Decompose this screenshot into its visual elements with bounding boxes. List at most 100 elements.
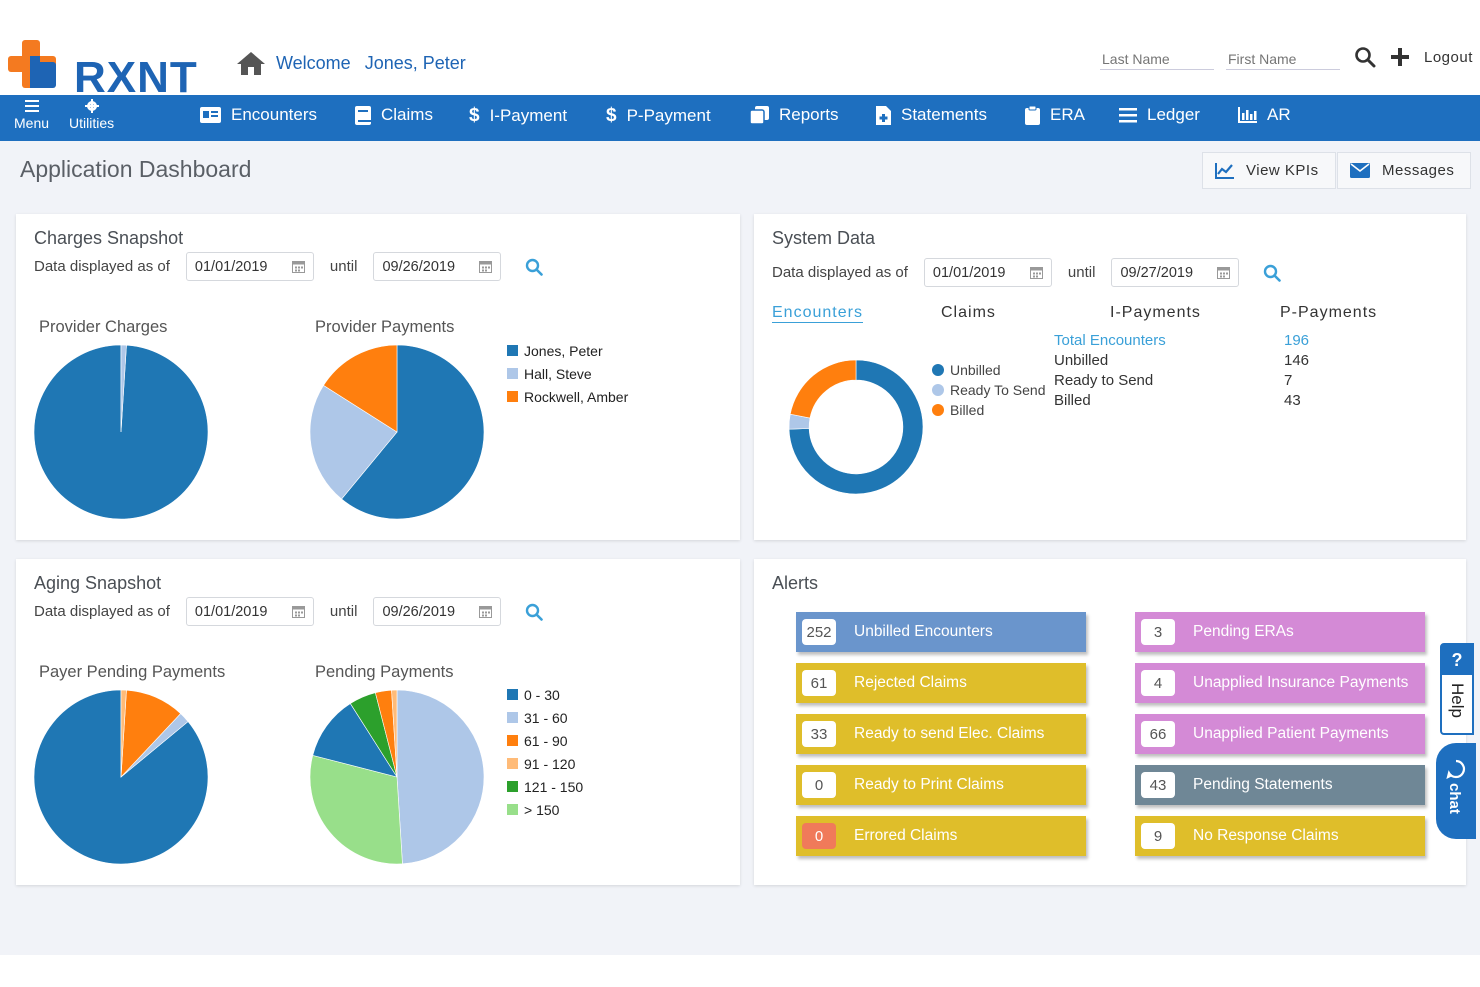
nav-utilities[interactable]: Utilities [69,99,114,131]
alerts-card: Alerts 252 Unbilled Encounters 61 Rejected … [754,559,1466,885]
pie-slice-31-60[interactable] [396,689,485,865]
charges-from-date[interactable]: 01/01/2019 [185,252,314,281]
alert-label: Errored Claims [854,827,958,844]
legend-label: 31 - 60 [524,709,568,726]
nav-p-payment-label: P-Payment [626,106,711,125]
alert-count: 0 [802,772,836,798]
alert-errored-claims[interactable]: 0 Errored Claims [796,816,1086,856]
stat-value: 7 [1284,372,1293,389]
calendar-icon [1029,267,1043,279]
messages-button[interactable]: Messages [1337,152,1472,189]
dashboard-page: RXNT Welcome Jones, Peter Logout [0,30,1480,955]
alert-unapplied-patient-payments[interactable]: 66 Unapplied Patient Payments [1135,714,1425,754]
chat-tab[interactable]: chat [1436,743,1476,839]
rxnt-logo[interactable]: RXNT [8,40,197,100]
legend-item[interactable]: > 150 [507,798,583,821]
menu-icon [24,100,39,112]
legend-item: Unbilled [932,360,1045,380]
legend-item[interactable]: 0 - 30 [507,683,583,706]
nav-ar[interactable]: AR [1238,105,1291,125]
system-date-row: Data displayed as of 01/01/2019 until 09… [772,258,1282,287]
first-name-input[interactable] [1226,48,1340,70]
aging-from-date[interactable]: 01/01/2019 [185,597,314,626]
tab-i-payments[interactable]: I-Payments [1110,304,1201,322]
legend-label: 121 - 150 [524,778,584,795]
payer-pending-pie [33,689,209,865]
nav-ledger-label: Ledger [1147,105,1200,124]
nav-statements[interactable]: Statements [876,105,987,125]
alert-label: Unbilled Encounters [854,623,993,640]
alert-count: 9 [1141,823,1175,849]
date-value: 09/26/2019 [382,258,456,275]
tab-p-payments[interactable]: P-Payments [1280,304,1377,322]
aging-date-row: Data displayed as of 01/01/2019 until 09… [34,597,544,626]
legend-item: Billed [932,400,1045,420]
user-name[interactable]: Jones, Peter [365,53,466,74]
alert-unapplied-insurance-payments[interactable]: 4 Unapplied Insurance Payments [1135,663,1425,703]
alert-rejected-claims[interactable]: 61 Rejected Claims [796,663,1086,703]
legend-item[interactable]: Hall, Steve [507,362,628,385]
legend-item[interactable]: 121 - 150 [507,775,583,798]
legend-swatch [507,345,518,356]
legend-item[interactable]: 91 - 120 [507,752,583,775]
legend-item[interactable]: 61 - 90 [507,729,583,752]
book-icon [355,105,371,125]
alert-ready-to-print-claims[interactable]: 0 Ready to Print Claims [796,765,1086,805]
legend-swatch [507,758,518,769]
search-icon[interactable] [525,603,544,621]
charges-to-date[interactable]: 09/26/2019 [373,252,502,281]
search-icon[interactable] [525,258,544,276]
tab-encounters[interactable]: Encounters [772,304,863,323]
aging-to-date[interactable]: 09/26/2019 [373,597,502,626]
nav-ledger[interactable]: Ledger [1119,105,1200,125]
system-from-date[interactable]: 01/01/2019 [923,258,1052,287]
welcome-label: Welcome [276,52,351,73]
alert-count: 43 [1141,772,1175,798]
alert-ready-to-send-elec-claims[interactable]: 33 Ready to send Elec. Claims [796,714,1086,754]
search-icon[interactable] [1354,46,1376,68]
logout-link[interactable]: Logout [1424,49,1473,66]
pie-slice-billed[interactable] [789,359,857,419]
alert-label: Pending ERAs [1193,623,1294,640]
alert-label: Unapplied Patient Payments [1193,725,1389,742]
nav-era[interactable]: ERA [1025,105,1085,125]
tab-claims[interactable]: Claims [941,304,996,322]
system-to-date[interactable]: 09/27/2019 [1111,258,1240,287]
home-icon[interactable] [236,50,266,76]
nav-encounters[interactable]: Encounters [200,105,317,125]
search-icon[interactable] [1263,264,1282,282]
date-value: 01/01/2019 [194,603,268,620]
alert-pending-statements[interactable]: 43 Pending Statements [1135,765,1425,805]
alert-label: Ready to send Elec. Claims [854,725,1045,742]
legend-swatch [507,735,518,746]
charges-snapshot-card: Charges Snapshot Data displayed as of 01… [16,214,740,540]
legend-item[interactable]: Jones, Peter [507,339,628,362]
encounters-donut [788,359,924,495]
nav-i-payment[interactable]: $ I-Payment [469,105,567,127]
last-name-input[interactable] [1100,48,1214,70]
stat-row: Total Encounters 196 [1054,332,1309,352]
nav-menu-label: Menu [14,115,50,131]
nav-claims[interactable]: Claims [355,105,433,125]
alert-unbilled-encounters[interactable]: 252 Unbilled Encounters [796,612,1086,652]
legend-label: Ready To Send [950,382,1046,398]
calendar-icon [479,261,493,273]
nav-reports[interactable]: Reports [750,105,839,125]
view-kpis-button[interactable]: View KPIs [1202,152,1336,189]
help-tab[interactable]: ? Help [1440,643,1474,735]
add-icon[interactable] [1390,47,1410,67]
legend-swatch [507,712,518,723]
copy-icon [750,106,769,124]
legend-item[interactable]: 31 - 60 [507,706,583,729]
nav-p-payment[interactable]: $ P-Payment [606,105,711,127]
nav-reports-label: Reports [779,105,839,124]
alert-label: Pending Statements [1193,776,1333,793]
calendar-icon [291,606,305,618]
alert-pending-eras[interactable]: 3 Pending ERAs [1135,612,1425,652]
nav-menu[interactable]: Menu [14,99,49,131]
legend-item[interactable]: Rockwell, Amber [507,385,628,408]
nav-claims-label: Claims [381,105,433,124]
aging-snapshot-card: Aging Snapshot Data displayed as of 01/0… [16,559,740,885]
alert-no-response-claims[interactable]: 9 No Response Claims [1135,816,1425,856]
alert-label: Ready to Print Claims [854,776,1004,793]
